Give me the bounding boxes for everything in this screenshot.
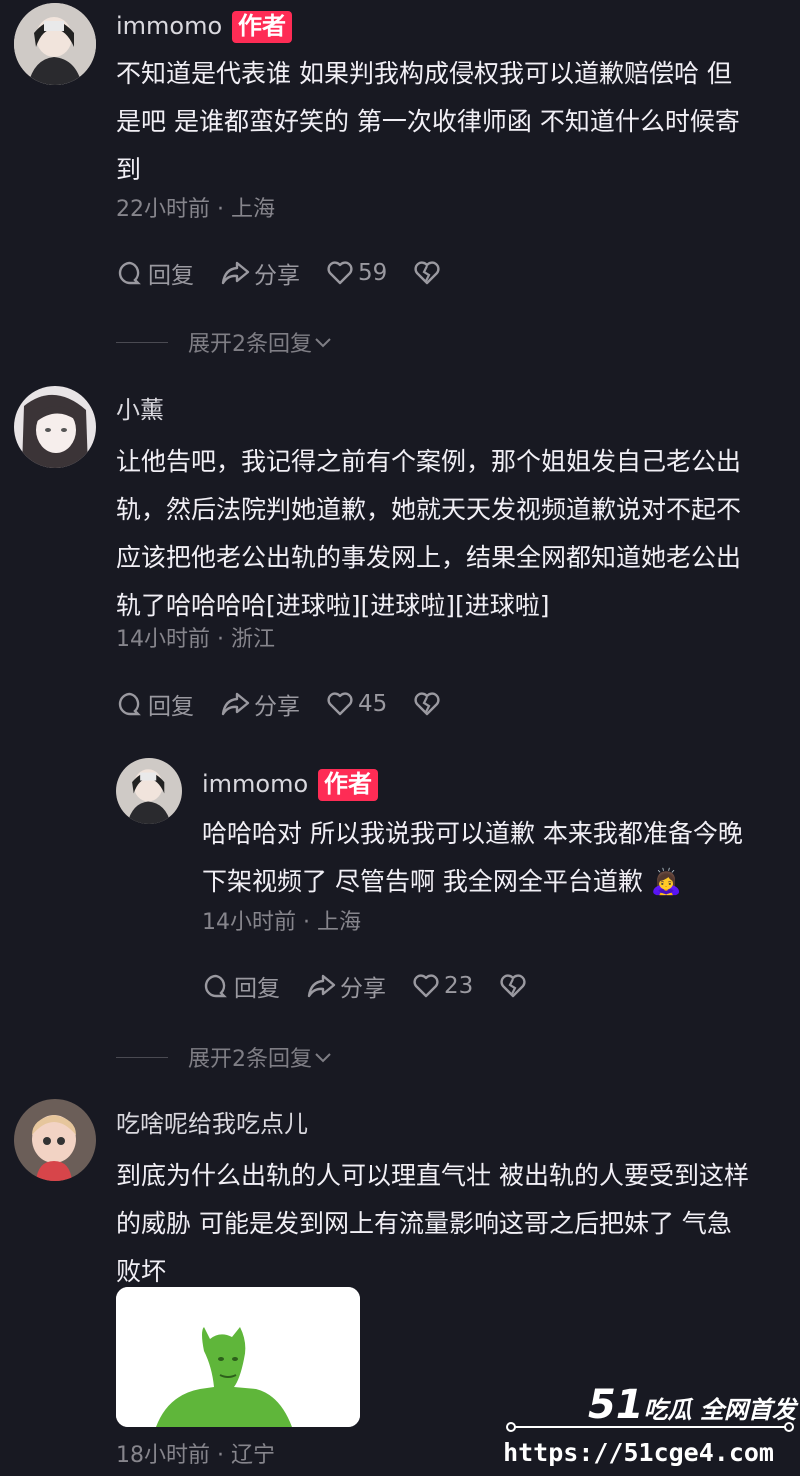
reply-text: 哈哈哈对 所以我说我可以道歉 本来我都准备今晚 下架视频了 尽管告啊 我全网全平…	[202, 810, 743, 906]
username[interactable]: immomo	[202, 770, 308, 798]
divider-line	[116, 341, 168, 343]
dislike-button[interactable]	[413, 260, 445, 286]
comment-meta: 18小时前 · 辽宁	[116, 1443, 275, 1468]
heart-icon	[327, 692, 353, 716]
comment-line: 让他告吧，我记得之前有个案例，那个姐姐发自己老公出	[116, 447, 742, 476]
comment-line: 下架视频了 尽管告啊 我全网全平台道歉 🙇‍♀️	[202, 867, 682, 896]
chevron-down-icon	[315, 338, 331, 348]
like-button[interactable]: 23	[412, 973, 473, 999]
comment-line: 不知道是代表谁 如果判我构成侵权我可以道歉赔偿哈 但	[116, 59, 732, 88]
reply-icon	[118, 692, 141, 716]
comment-line: 应该把他老公出轨的事发网上，结果全网都知道她老公出	[116, 543, 742, 572]
dislike-button[interactable]	[413, 691, 445, 717]
avatar[interactable]	[14, 386, 96, 468]
dislike-button[interactable]	[499, 973, 531, 999]
author-badge: 作者	[232, 11, 292, 43]
bowing-emoji: 🙇‍♀️	[650, 867, 682, 896]
comment-text: 不知道是代表谁 如果判我构成侵权我可以道歉赔偿哈 但 是吧 是谁都蛮好笑的 第一…	[116, 50, 740, 194]
broken-heart-icon	[414, 261, 440, 285]
like-button[interactable]: 45	[326, 691, 387, 717]
broken-heart-icon	[414, 692, 440, 716]
like-button[interactable]: 59	[326, 260, 387, 286]
comment-actions: 回复 分享 59	[116, 257, 471, 289]
share-icon	[307, 974, 336, 998]
watermark-circuit-line	[506, 1422, 794, 1432]
comment-line: 轨了哈哈哈哈[进球啦][进球啦][进球啦]	[116, 591, 550, 620]
reply-button[interactable]: 回复	[202, 969, 280, 1003]
comment-line: 轨，然后法院判她道歉，她就天天发视频道歉说对不起不	[116, 495, 742, 524]
broken-heart-icon	[500, 974, 526, 998]
comment-line: 哈哈哈对 所以我说我可以道歉 本来我都准备今晚	[202, 819, 743, 848]
like-count: 59	[358, 260, 388, 286]
watermark-url: https://51cge4.com	[503, 1438, 774, 1467]
like-count: 45	[358, 691, 388, 717]
reply-button[interactable]: 回复	[116, 687, 194, 721]
like-count: 23	[444, 973, 474, 999]
comment-actions: 回复 分享 45	[116, 688, 471, 720]
comment-meta: 14小时前 · 上海	[202, 910, 361, 935]
username[interactable]: immomo	[116, 12, 222, 40]
heart-icon	[413, 974, 439, 998]
comment-text: 到底为什么出轨的人可以理直气壮 被出轨的人要受到这样 的威胁 可能是发到网上有流…	[116, 1152, 749, 1296]
chevron-down-icon	[315, 1053, 331, 1063]
username[interactable]: 吃啥呢给我吃点儿	[116, 1110, 308, 1138]
share-button[interactable]: 分享	[220, 256, 300, 290]
heart-icon	[327, 261, 353, 285]
expand-replies[interactable]: 展开2条回复	[116, 326, 334, 358]
reply-label: 回复	[234, 976, 280, 1002]
reply-label: 回复	[148, 694, 194, 720]
comment-line: 是吧 是谁都蛮好笑的 第一次收律师函 不知道什么时候寄	[116, 107, 740, 136]
comment-line: 到底为什么出轨的人可以理直气壮 被出轨的人要受到这样	[116, 1161, 749, 1190]
reply-icon	[204, 974, 227, 998]
share-icon	[221, 261, 250, 285]
expand-replies[interactable]: 展开2条回复	[116, 1041, 334, 1073]
reply-button[interactable]: 回复	[116, 256, 194, 290]
share-label: 分享	[254, 263, 300, 289]
avatar[interactable]	[14, 3, 96, 85]
avatar[interactable]	[14, 1099, 96, 1181]
username[interactable]: 小薰	[116, 396, 164, 424]
comment-meta: 14小时前 · 浙江	[116, 627, 275, 652]
author-badge: 作者	[318, 769, 378, 801]
comment-line: 到	[116, 155, 142, 184]
comment-actions: 回复 分享 23	[202, 970, 557, 1002]
sticker-image[interactable]	[116, 1287, 360, 1427]
share-button[interactable]: 分享	[220, 687, 300, 721]
avatar[interactable]	[116, 758, 182, 824]
expand-label: 展开2条回复	[188, 1047, 312, 1072]
comment-line: 的威胁 可能是发到网上有流量影响这哥之后把妹了 气急	[116, 1209, 732, 1238]
share-label: 分享	[340, 976, 386, 1002]
comment-text: 让他告吧，我记得之前有个案例，那个姐姐发自己老公出 轨，然后法院判她道歉，她就天…	[116, 438, 741, 630]
reply-icon	[118, 261, 141, 285]
comment-meta: 22小时前 · 上海	[116, 197, 275, 222]
reply-label: 回复	[148, 263, 194, 289]
share-button[interactable]: 分享	[306, 969, 386, 1003]
share-label: 分享	[254, 694, 300, 720]
share-icon	[221, 692, 250, 716]
expand-label: 展开2条回复	[188, 332, 312, 357]
divider-line	[116, 1056, 168, 1058]
